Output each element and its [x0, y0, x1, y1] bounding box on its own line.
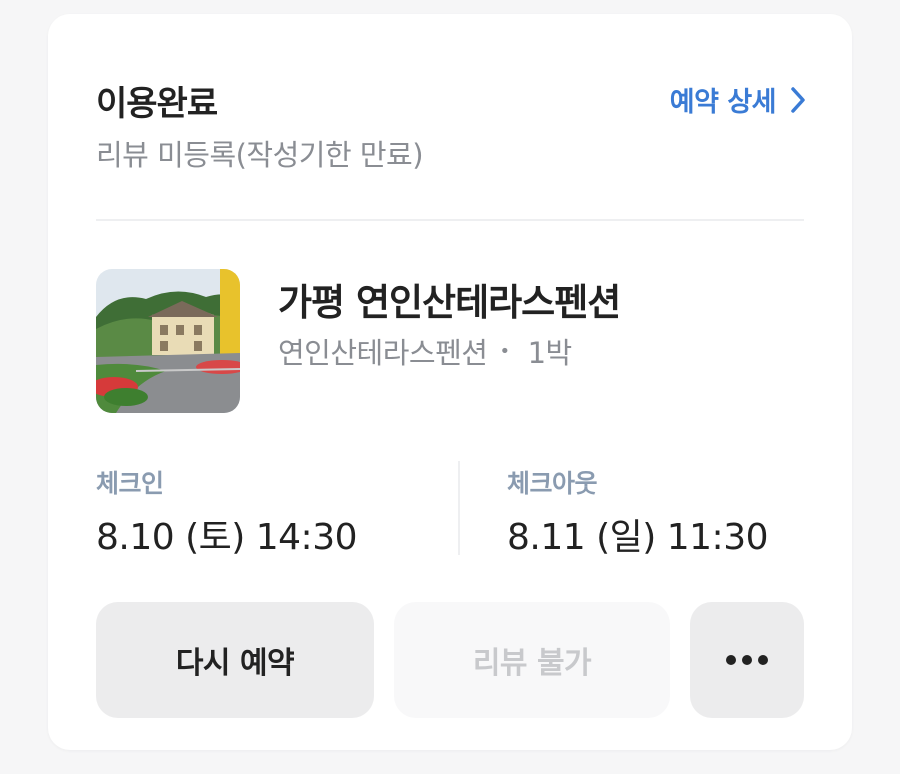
ellipsis-icon [726, 655, 768, 665]
checkout-label: 체크아웃 [507, 469, 598, 498]
booking-card: 이용완료 예약 상세 리뷰 미등록(작성기한 만료) 가평 연인산테라스펜션 연… [48, 14, 852, 750]
review-unavailable-button: 리뷰 불가 [394, 602, 670, 718]
nights-count: 1박 [527, 336, 573, 370]
property-name[interactable]: 가평 연인산테라스펜션 [278, 272, 621, 326]
checkout-value: 8.11 (일) 11:30 [507, 517, 769, 558]
rebook-button[interactable]: 다시 예약 [96, 602, 374, 718]
section-divider [96, 219, 804, 221]
review-status-text: 리뷰 미등록(작성기한 만료) [96, 138, 424, 172]
property-subinfo: 연인산테라스펜션 • 1박 [278, 330, 572, 372]
review-label: 리뷰 불가 [472, 646, 592, 681]
checkin-label: 체크인 [96, 469, 164, 498]
booking-detail-label: 예약 상세 [669, 87, 777, 118]
more-options-button[interactable] [690, 602, 804, 718]
room-name: 연인산테라스펜션 [278, 336, 488, 370]
status-title: 이용완료 [96, 84, 218, 124]
property-photo [96, 269, 240, 413]
rebook-label: 다시 예약 [175, 646, 295, 681]
stay-divider [458, 461, 460, 555]
booking-detail-link[interactable]: 예약 상세 [670, 80, 806, 119]
separator-dot: • [499, 340, 510, 362]
checkin-value: 8.10 (토) 14:30 [96, 517, 358, 558]
chevron-right-icon [791, 86, 805, 113]
property-thumbnail[interactable] [96, 269, 240, 413]
